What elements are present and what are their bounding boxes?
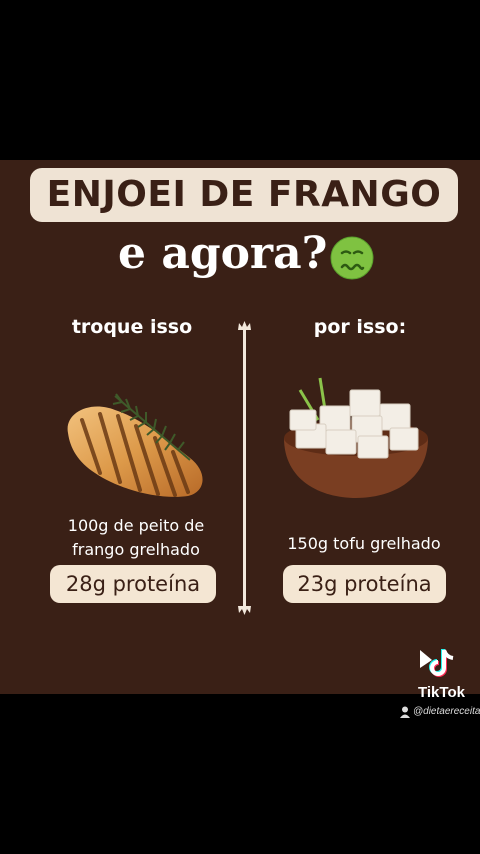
left-protein-badge: 28g proteína: [50, 565, 216, 603]
divider-bottom-ornament-icon: [238, 606, 251, 615]
tiktok-wordmark: TikTok: [418, 684, 465, 701]
title-banner: ENJOEI DE FRANGO: [30, 168, 458, 222]
post-card: ENJOEI DE FRANGO e agora? troque isso po…: [0, 160, 480, 694]
left-heading: troque isso: [71, 316, 193, 338]
chicken-breast-image: [67, 393, 203, 497]
right-protein-badge: 23g proteína: [283, 565, 446, 603]
post-subtitle: e agora?: [118, 228, 328, 279]
tofu-bowl-image: [284, 377, 428, 498]
tiktok-logo-icon: [420, 649, 454, 677]
nauseated-face-icon: [330, 236, 374, 280]
column-divider: [243, 328, 246, 610]
left-description-line1: 100g de peito de: [67, 516, 205, 535]
right-description: 150g tofu grelhado: [287, 534, 441, 553]
left-description-line2: frango grelhado: [72, 540, 200, 559]
tiktok-handle: @dietaereceitas: [413, 706, 480, 717]
right-heading: por isso:: [313, 316, 407, 338]
user-icon: [400, 706, 410, 718]
left-description: 100g de peito de frango grelhado: [36, 514, 236, 562]
post-title: ENJOEI DE FRANGO: [46, 174, 442, 215]
